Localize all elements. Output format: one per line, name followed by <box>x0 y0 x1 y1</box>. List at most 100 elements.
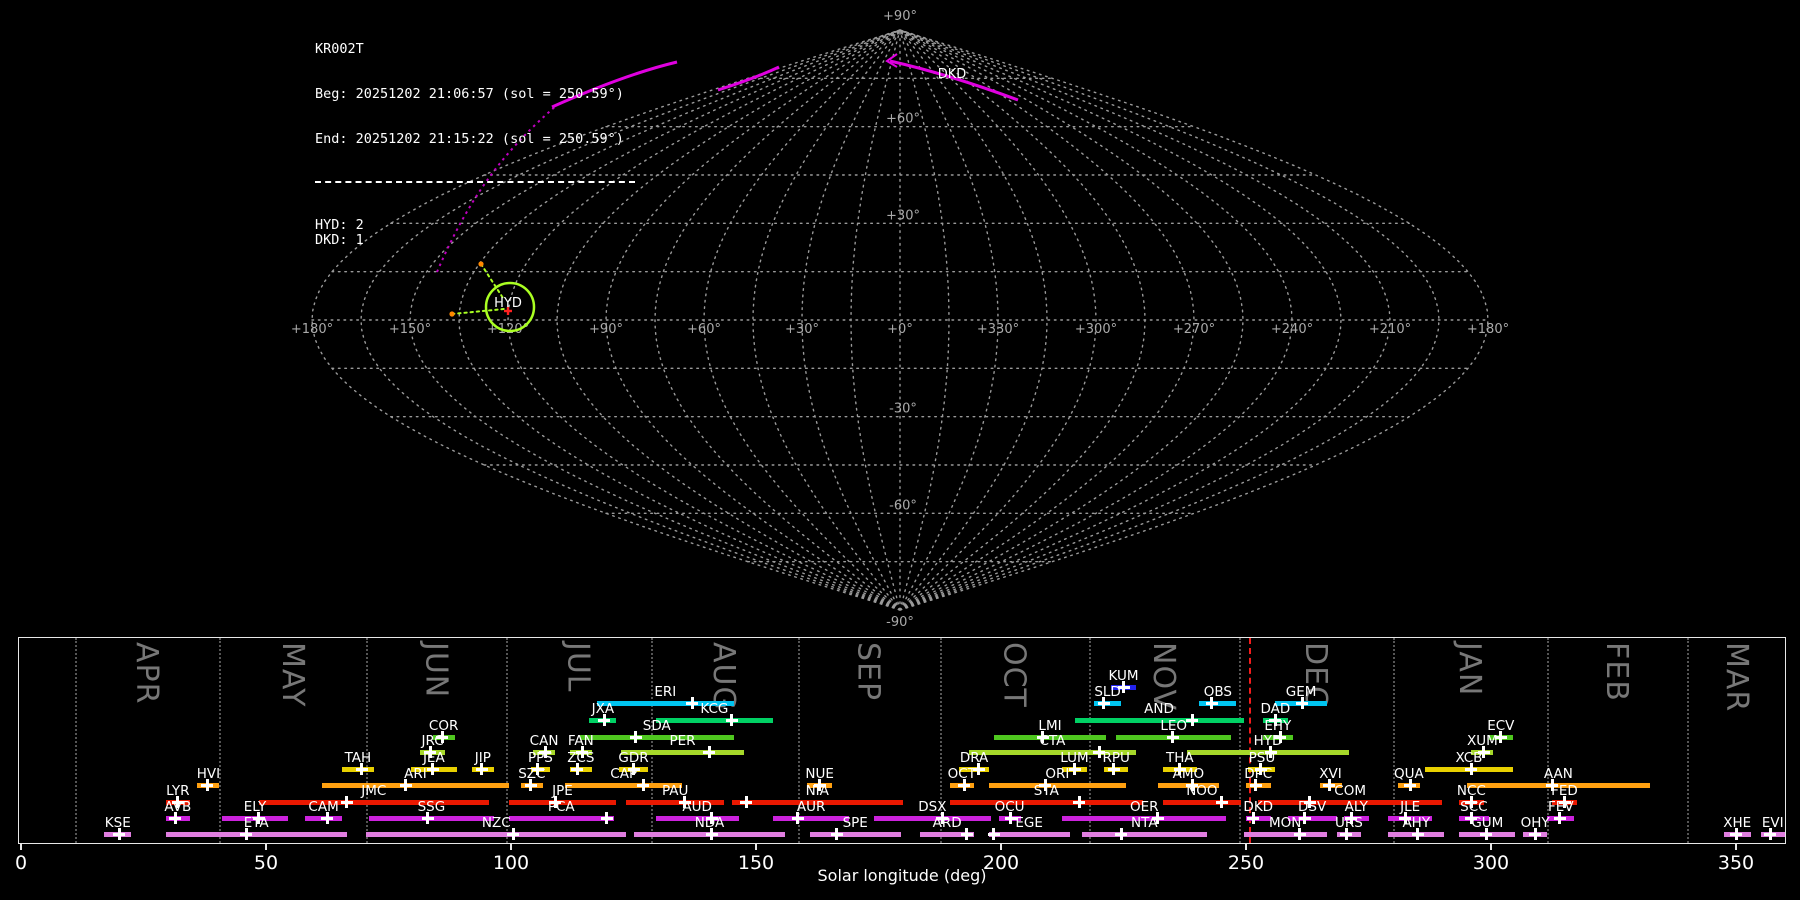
latitude-label: -60° <box>889 498 917 513</box>
peak-marker-ege <box>987 828 1000 840</box>
peak-marker-tah <box>355 763 368 775</box>
peak-marker-eta <box>240 828 253 840</box>
latitude-label: -90° <box>886 615 914 630</box>
shower-label-com: COM <box>1334 783 1366 799</box>
peak-marker-sta <box>1073 796 1086 808</box>
shower-label-obs: OBS <box>1203 684 1232 700</box>
month-boundary-gridline <box>506 638 509 843</box>
longitude-label: +270° <box>1173 322 1215 337</box>
peak-marker-per <box>703 746 716 758</box>
peak-marker-aur <box>791 812 804 824</box>
shower-label-ari: ARI <box>404 766 427 782</box>
x-axis-tick <box>755 843 757 850</box>
peak-marker-spe <box>830 828 843 840</box>
observation-info-box: KR002T Beg: 20251202 21:06:57 (sol = 250… <box>315 12 635 278</box>
longitude-label: +210° <box>1369 322 1411 337</box>
longitude-label: +330° <box>977 322 1019 337</box>
peak-marker-dpc <box>1249 779 1262 791</box>
shower-label-kcg: KCG <box>700 701 729 717</box>
sky-map: +180° +150° +120° +90° +60° +30° +0° +330° +300°… <box>291 9 1509 630</box>
month-label-apr: APR <box>129 642 165 705</box>
shower-label-nzc: NZC <box>481 815 511 831</box>
x-axis-tick-label: 0 <box>14 852 28 874</box>
peak-marker-kse <box>113 828 125 840</box>
shower-label-eta: ETA <box>243 815 269 831</box>
shower-bar-nta <box>1081 831 1207 837</box>
x-axis-tick <box>1490 843 1492 850</box>
shower-label-and: AND <box>1144 701 1174 717</box>
peak-marker-zcs <box>571 763 584 775</box>
shower-label-ori: ORI <box>1045 766 1070 782</box>
month-boundary-gridline <box>1687 638 1689 843</box>
shower-label-aud: AUD <box>682 799 712 815</box>
longitude-label: +240° <box>1271 322 1313 337</box>
peak-marker-ssg <box>421 812 434 824</box>
shower-bar-spe <box>809 831 901 837</box>
month-boundary-gridline <box>366 638 369 843</box>
peak-marker-xcb <box>1465 763 1478 775</box>
x-axis-title: Solar longitude (deg) <box>817 866 987 885</box>
peak-marker-rpu <box>1107 763 1120 775</box>
peak-marker-ohy <box>1529 828 1542 840</box>
month-boundary-gridline <box>1089 638 1092 843</box>
dashed-separator <box>315 181 635 183</box>
peak-marker-pca <box>600 812 613 824</box>
longitude-label: +300° <box>1075 322 1117 337</box>
month-label-mar: MAR <box>1718 642 1754 713</box>
peak-marker-leo <box>1166 731 1179 743</box>
longitude-label: +30° <box>785 322 819 337</box>
peak-marker-obs <box>1205 697 1218 709</box>
month-label-may: MAY <box>274 642 310 708</box>
shower-label-cta: CTA <box>1039 733 1066 749</box>
peak-marker-nzc <box>507 828 520 840</box>
peak-marker-ard <box>960 828 973 840</box>
month-label-jan: JAN <box>1452 642 1488 697</box>
month-label-feb: FEB <box>1599 642 1635 702</box>
shower-label-aur: AUR <box>796 799 826 815</box>
longitude-label: +150° <box>389 322 431 337</box>
shower-label-pau: PAU <box>661 783 689 799</box>
begin-time-line: Beg: 20251202 21:06:57 (sol = 250.59°) <box>315 86 624 102</box>
shower-label-lmi: LMI <box>1038 718 1062 734</box>
shower-bar-eta <box>165 831 347 837</box>
shower-count-list: HYD: 2 DKD: 1 <box>315 218 635 248</box>
peak-marker-evi <box>1764 828 1777 840</box>
longitude-label: +180° <box>1467 322 1509 337</box>
latitude-label: +90° <box>883 9 917 24</box>
month-label-sep: SEP <box>850 642 886 702</box>
shower-label-jpe: JPE <box>552 783 573 799</box>
peak-marker-cam <box>321 812 334 824</box>
longitude-label: +180° <box>291 322 333 337</box>
peak-marker-avb <box>169 812 182 824</box>
x-axis-tick <box>1245 843 1247 850</box>
meteor-trail-tip <box>449 311 455 317</box>
peak-marker-qua <box>1404 779 1417 791</box>
peak-marker-gum <box>1480 828 1493 840</box>
shower-activity-timeline: APR MAY JUN JUL AUG SEP OCT NOV DEC JAN FEB MAR KUM E… <box>15 637 1786 874</box>
month-label-jun: JUN <box>418 642 454 699</box>
shower-count-line: HYD: 2 <box>315 217 364 233</box>
month-label-oct: OCT <box>996 642 1032 708</box>
peak-marker-nta <box>1115 828 1128 840</box>
peak-marker-mon <box>1293 828 1306 840</box>
hyd-radiant-label: HYD <box>494 296 522 311</box>
radiant-plot-page: +180° +150° +120° +90° +60° +30° +0° +330° +300°… <box>0 0 1800 900</box>
latitude-label: +30° <box>886 208 920 223</box>
shower-bar-ege <box>988 831 1070 837</box>
peak-marker-oct <box>958 779 971 791</box>
x-axis-tick-label: 250 <box>1227 852 1265 874</box>
peak-marker-sda <box>629 731 642 743</box>
x-axis-tick-label: 350 <box>1717 852 1755 874</box>
x-axis-tick-label: 50 <box>253 852 279 874</box>
peak-marker-jip <box>475 763 488 775</box>
peak-marker-jxa <box>598 714 611 726</box>
x-axis-tick-label: 100 <box>492 852 530 874</box>
x-axis-tick-label: 300 <box>1472 852 1510 874</box>
latitude-label: -30° <box>889 402 917 417</box>
station-code: KR002T <box>315 41 364 57</box>
peak-marker-sld <box>1097 697 1110 709</box>
shower-label-ege: EGE <box>1015 815 1043 831</box>
dkd-radiant-label: DKD <box>938 67 967 82</box>
dkd-track-solid-arc-mid <box>717 65 780 92</box>
peak-marker-urs <box>1340 828 1353 840</box>
